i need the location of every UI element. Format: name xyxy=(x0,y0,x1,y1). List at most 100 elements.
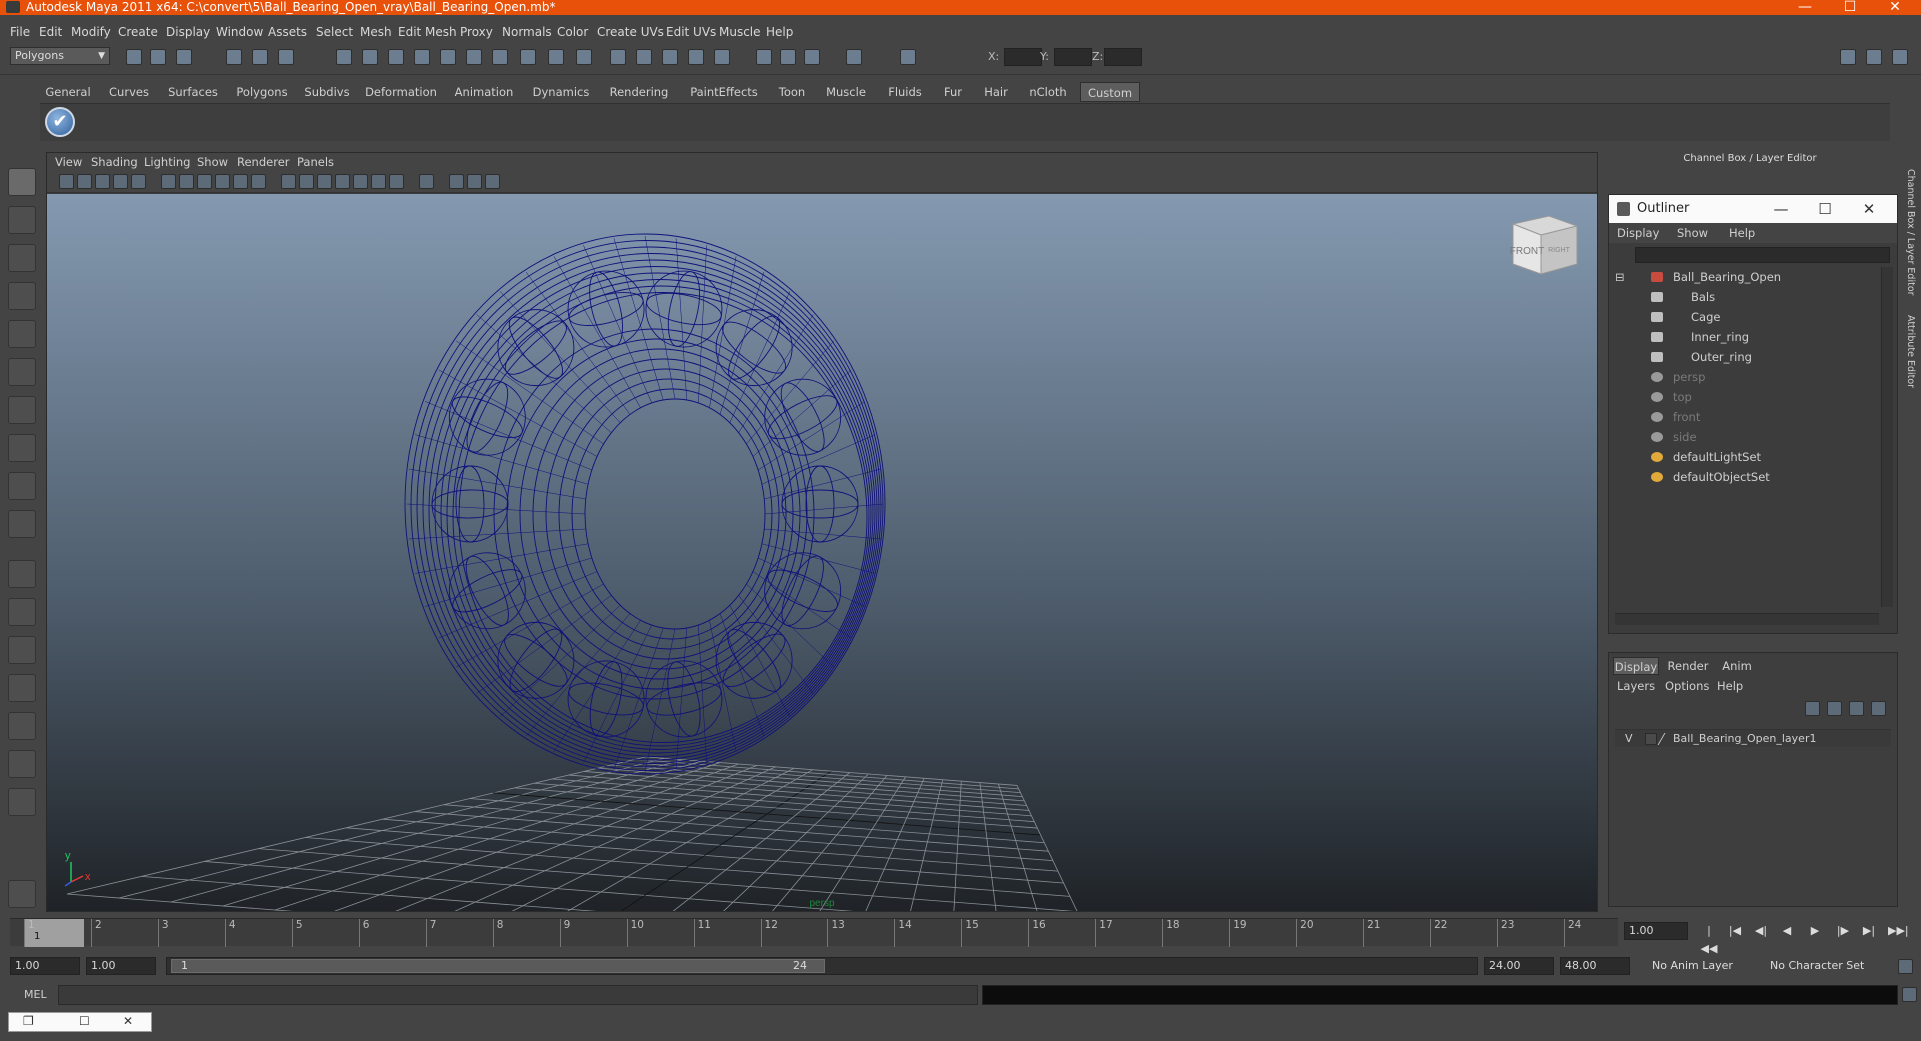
go-to-start-button[interactable]: |◀◀ xyxy=(1700,922,1718,955)
new-layer-selected-icon[interactable] xyxy=(1827,701,1842,716)
xray-icon[interactable] xyxy=(449,174,464,189)
time-slider[interactable]: 1 1 2 3 4 5 6 7 8 9 10 11 12 13 14 15 16 17 18 19 20 21 22 23 2… xyxy=(10,918,1618,947)
wireframe-on-shaded-icon[interactable] xyxy=(317,174,332,189)
tool-settings-icon[interactable] xyxy=(780,49,796,65)
menu-normals[interactable]: Normals xyxy=(502,25,552,39)
backface-icon[interactable] xyxy=(485,174,500,189)
lock-icon[interactable] xyxy=(548,49,564,65)
layer-tab-anim[interactable]: Anim xyxy=(1717,657,1757,675)
close-button[interactable]: ✕ xyxy=(1875,0,1915,15)
shelf-tab-general[interactable]: General xyxy=(40,82,96,102)
checkmark-icon[interactable]: ✔ xyxy=(45,107,75,137)
shelf-tab-toon[interactable]: Toon xyxy=(772,82,812,102)
shelf-tab-polygons[interactable]: Polygons xyxy=(230,82,294,102)
select-object-icon[interactable] xyxy=(252,49,268,65)
menu-set-selector[interactable]: Polygons ▼ xyxy=(10,47,110,65)
y-input[interactable] xyxy=(1054,48,1092,66)
camera-select-icon[interactable] xyxy=(59,174,74,189)
new-scene-icon[interactable] xyxy=(126,49,142,65)
field-chart-icon[interactable] xyxy=(215,174,230,189)
smooth-shade-icon[interactable] xyxy=(299,174,314,189)
single-pane-layout-icon[interactable] xyxy=(8,560,36,588)
snap-grid-icon[interactable] xyxy=(336,49,352,65)
move-down-layer-icon[interactable] xyxy=(1871,701,1886,716)
outliner-vertical-scrollbar[interactable] xyxy=(1881,267,1893,607)
layer-row[interactable]: V Ball_Bearing_Open_layer1 xyxy=(1615,729,1891,747)
rotate-tool-icon[interactable] xyxy=(8,320,36,348)
outliner-menu-help[interactable]: Help xyxy=(1729,226,1755,240)
perspective-viewport[interactable]: View Shading Lighting Show Renderer Pane… xyxy=(46,152,1598,975)
outliner-search-input[interactable] xyxy=(1635,247,1890,263)
current-time-field[interactable]: 1.00 xyxy=(1624,922,1688,940)
menu-edit-uvs[interactable]: Edit UVs xyxy=(666,25,716,39)
outliner-menu-show[interactable]: Show xyxy=(1677,226,1708,240)
numeric-input-icon[interactable] xyxy=(900,49,916,65)
shelf-tab-dynamics[interactable]: Dynamics xyxy=(526,82,596,102)
viewport-menu-renderer[interactable]: Renderer xyxy=(237,155,290,169)
scale-tool-icon[interactable] xyxy=(8,358,36,386)
shelf-tab-rendering[interactable]: Rendering xyxy=(602,82,676,102)
collapse-icon[interactable]: ⊟ xyxy=(1615,267,1625,287)
shelf-tab-surfaces[interactable]: Surfaces xyxy=(162,82,224,102)
z-input[interactable] xyxy=(1104,48,1142,66)
viewport-scene[interactable]: FRONT RIGHT y x persp xyxy=(47,194,1597,975)
animation-preferences-icon[interactable] xyxy=(1898,959,1913,974)
outliner-horizontal-scrollbar[interactable] xyxy=(1615,613,1879,625)
viewport-menu-panels[interactable]: Panels xyxy=(297,155,334,169)
shadows-icon[interactable] xyxy=(371,174,386,189)
menu-window[interactable]: Window xyxy=(216,25,263,39)
shelf-tab-fur[interactable]: Fur xyxy=(936,82,970,102)
wireframe-icon[interactable] xyxy=(281,174,296,189)
outliner-item[interactable]: Ball_Bearing_Open ⊟ xyxy=(1609,267,1879,287)
menu-modify[interactable]: Modify xyxy=(71,25,111,39)
outliner-item[interactable]: top xyxy=(1609,387,1879,407)
image-plane-icon[interactable] xyxy=(113,174,128,189)
x-input[interactable] xyxy=(1004,48,1042,66)
extra-layout-icon[interactable] xyxy=(8,788,36,816)
construction-icon[interactable] xyxy=(492,49,508,65)
move-up-layer-icon[interactable] xyxy=(1849,701,1864,716)
menu-proxy[interactable]: Proxy xyxy=(460,25,493,39)
outliner-menu-display[interactable]: Display xyxy=(1617,226,1659,240)
range-slider-handle[interactable] xyxy=(171,959,825,973)
maximize-button[interactable]: ☐ xyxy=(1830,0,1870,15)
ipr-render-icon[interactable] xyxy=(636,49,652,65)
last-tool-icon[interactable] xyxy=(8,510,36,538)
four-pane-layout-icon[interactable] xyxy=(8,598,36,626)
playback-end-field[interactable]: 24.00 xyxy=(1484,957,1554,975)
menu-edit-mesh[interactable]: Edit Mesh xyxy=(398,25,457,39)
layer-tab-display[interactable]: Display xyxy=(1613,657,1659,675)
menu-mesh[interactable]: Mesh xyxy=(360,25,392,39)
menu-create-uvs[interactable]: Create UVs xyxy=(597,25,664,39)
menu-display[interactable]: Display xyxy=(166,25,210,39)
xray-joints-icon[interactable] xyxy=(467,174,482,189)
animation-end-field[interactable]: 48.00 xyxy=(1560,957,1630,975)
outliner-close-button[interactable]: ✕ xyxy=(1847,195,1891,223)
menu-color[interactable]: Color xyxy=(557,25,588,39)
transform-icon[interactable] xyxy=(846,49,862,65)
history-icon[interactable] xyxy=(466,49,482,65)
paint-select-tool-icon[interactable] xyxy=(8,244,36,272)
outliner-item[interactable]: front xyxy=(1609,407,1879,427)
move-tool-icon[interactable] xyxy=(8,282,36,310)
restore-icon[interactable]: ❐ xyxy=(23,1014,34,1028)
command-language-label[interactable]: MEL xyxy=(24,988,47,1001)
gate-mask-icon[interactable] xyxy=(197,174,212,189)
high-quality-icon[interactable] xyxy=(389,174,404,189)
graph-editor-icon[interactable] xyxy=(756,49,772,65)
soft-mod-tool-icon[interactable] xyxy=(8,434,36,462)
layer-menu-layers[interactable]: Layers xyxy=(1617,679,1655,693)
step-forward-frame-button[interactable]: |▶ xyxy=(1834,922,1852,940)
shelf-tab-custom[interactable]: Custom xyxy=(1080,82,1140,102)
snap-curve-icon[interactable] xyxy=(362,49,378,65)
side-tab-channel-box[interactable]: Channel Box / Layer Editor xyxy=(1900,162,1916,302)
bookmark-icon[interactable] xyxy=(95,174,110,189)
menu-create[interactable]: Create xyxy=(118,25,158,39)
snap-point-icon[interactable] xyxy=(388,49,404,65)
safe-title-icon[interactable] xyxy=(251,174,266,189)
script-editor-icon[interactable] xyxy=(1902,987,1917,1002)
mini-maximize-icon[interactable]: ☐ xyxy=(79,1014,90,1028)
outliner-item[interactable]: defaultLightSet xyxy=(1609,447,1879,467)
viewport-menu-view[interactable]: View xyxy=(55,155,82,169)
shelf-tab-muscle[interactable]: Muscle xyxy=(818,82,874,102)
